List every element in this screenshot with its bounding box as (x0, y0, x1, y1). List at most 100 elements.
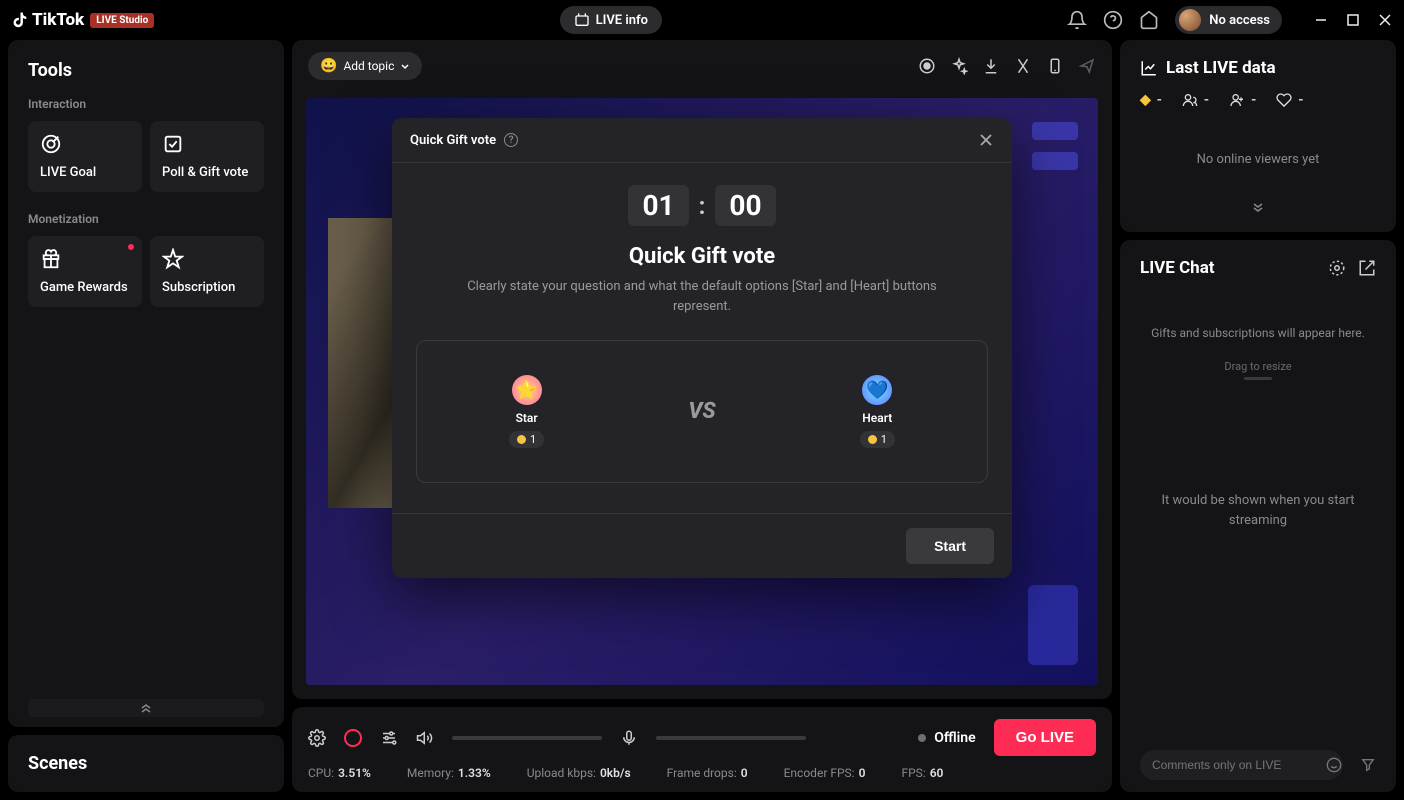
coin-icon (517, 435, 526, 444)
live-info-button[interactable]: LIVE info (560, 6, 662, 34)
record-icon[interactable] (918, 57, 936, 75)
modal-header: Quick Gift vote ? (392, 118, 1012, 163)
coin-icon (868, 435, 877, 444)
header-brand-area: TikTok LIVE Studio (12, 10, 154, 30)
tiktok-logo: TikTok (12, 10, 84, 30)
close-icon[interactable] (1378, 13, 1392, 27)
live-info-label: LIVE info (596, 13, 648, 28)
header-center: LIVE info (154, 6, 1067, 34)
game-rewards-card[interactable]: Game Rewards (28, 236, 142, 307)
fps-stat: FPS:60 (901, 766, 943, 780)
controls-panel: Offline Go LIVE CPU:3.51% Memory:1.33% U… (292, 707, 1112, 792)
live-goal-card[interactable]: LIVE Goal (28, 121, 142, 192)
add-topic-button[interactable]: 😀 Add topic (308, 52, 422, 80)
phone-icon[interactable] (1046, 57, 1064, 75)
chat-input-row (1140, 750, 1376, 780)
chat-header: LIVE Chat (1140, 258, 1376, 278)
volume-slider[interactable] (452, 736, 602, 740)
controls-row: Offline Go LIVE (308, 719, 1096, 756)
subscription-label: Subscription (162, 280, 252, 295)
record-button[interactable] (344, 729, 362, 747)
target-icon (40, 133, 62, 155)
live-studio-badge: LIVE Studio (90, 13, 154, 28)
monetization-label: Monetization (28, 212, 264, 226)
info-icon[interactable]: ? (504, 133, 518, 147)
help-icon[interactable] (1103, 10, 1123, 30)
modal-footer: Start (392, 513, 1012, 578)
user-label: No access (1209, 13, 1270, 28)
go-live-button[interactable]: Go LIVE (994, 719, 1096, 756)
share-icon[interactable] (1078, 57, 1096, 75)
chat-divider-handle[interactable] (1140, 377, 1376, 381)
stat-viewers: - (1182, 92, 1209, 108)
start-button[interactable]: Start (906, 528, 994, 564)
timer-minutes[interactable]: 01 (628, 185, 688, 226)
volume-icon[interactable] (416, 729, 434, 747)
sparkle-icon[interactable] (950, 57, 968, 75)
last-live-panel: Last LIVE data ◆- - - - No online viewer… (1120, 40, 1396, 232)
vs-label: VS (688, 399, 715, 424)
left-column: Tools Interaction LIVE Goal Poll & Gift … (8, 40, 284, 792)
subscription-card[interactable]: Subscription (150, 236, 264, 307)
stats-row: CPU:3.51% Memory:1.33% Upload kbps:0kb/s… (308, 766, 1096, 780)
game-rewards-label: Game Rewards (40, 280, 130, 295)
emoji-icon[interactable] (1326, 757, 1342, 773)
last-live-collapse[interactable] (1140, 197, 1376, 222)
filter-icon[interactable] (1360, 757, 1376, 773)
last-live-stats: ◆- - - - (1140, 92, 1376, 108)
popout-icon[interactable] (1358, 259, 1376, 277)
status-label: Offline (934, 730, 975, 746)
chat-title: LIVE Chat (1140, 258, 1215, 278)
modal-header-title: Quick Gift vote ? (410, 133, 518, 148)
stat-followers: - (1229, 92, 1256, 108)
gear-icon[interactable] (308, 729, 326, 747)
notification-dot (128, 244, 134, 250)
chat-settings-icon[interactable] (1328, 259, 1346, 277)
app-header: TikTok LIVE Studio LIVE info No access (0, 0, 1404, 40)
minimize-icon[interactable] (1314, 13, 1328, 27)
stream-status: Offline (918, 730, 975, 746)
upload-stat: Upload kbps:0kb/s (527, 766, 631, 780)
gift-icon (40, 248, 62, 270)
mic-slider[interactable] (656, 736, 806, 740)
chevron-up-double-icon (140, 703, 152, 713)
brand-text: TikTok (32, 10, 84, 30)
poll-icon (162, 133, 184, 155)
home-icon[interactable] (1139, 10, 1159, 30)
preview-actions (918, 57, 1096, 75)
tools-icon[interactable] (1014, 57, 1032, 75)
vote-option-heart[interactable]: 💙 Heart 1 (860, 375, 895, 448)
chat-stream-empty: It would be shown when you start streami… (1140, 391, 1376, 630)
last-live-title: Last LIVE data (1140, 58, 1376, 78)
user-menu[interactable]: No access (1175, 6, 1282, 34)
vote-option-star[interactable]: ⭐ Star 1 (509, 375, 544, 448)
stat-diamonds: ◆- (1140, 92, 1162, 108)
chevron-down-icon (400, 61, 410, 71)
chat-input[interactable] (1140, 750, 1343, 780)
star-cost: 1 (509, 431, 544, 448)
star-icon (162, 248, 184, 270)
bell-icon[interactable] (1067, 10, 1087, 30)
heart-label: Heart (862, 411, 892, 425)
poll-gift-card[interactable]: Poll & Gift vote (150, 121, 264, 192)
poll-gift-label: Poll & Gift vote (162, 165, 252, 180)
tools-collapse-button[interactable] (28, 699, 264, 717)
add-topic-label: Add topic (343, 59, 394, 73)
cpu-stat: CPU:3.51% (308, 766, 371, 780)
maximize-icon[interactable] (1346, 13, 1360, 27)
topic-emoji-icon: 😀 (320, 58, 337, 74)
frame-stat: Frame drops:0 (667, 766, 748, 780)
interaction-label: Interaction (28, 97, 264, 111)
star-gift-icon: ⭐ (512, 375, 542, 405)
download-icon[interactable] (982, 57, 1000, 75)
timer-row: 01 : 00 (416, 185, 988, 226)
right-column: Last LIVE data ◆- - - - No online viewer… (1120, 40, 1396, 792)
chat-panel: LIVE Chat Gifts and subscriptions will a… (1120, 240, 1396, 792)
preview-topbar: 😀 Add topic (292, 40, 1112, 92)
mic-icon[interactable] (620, 729, 638, 747)
sliders-icon[interactable] (380, 729, 398, 747)
stage-decoration-top (1032, 122, 1078, 170)
stage-decoration-bottom (1028, 585, 1078, 665)
timer-seconds[interactable]: 00 (715, 185, 775, 226)
modal-close-icon[interactable] (978, 132, 994, 148)
